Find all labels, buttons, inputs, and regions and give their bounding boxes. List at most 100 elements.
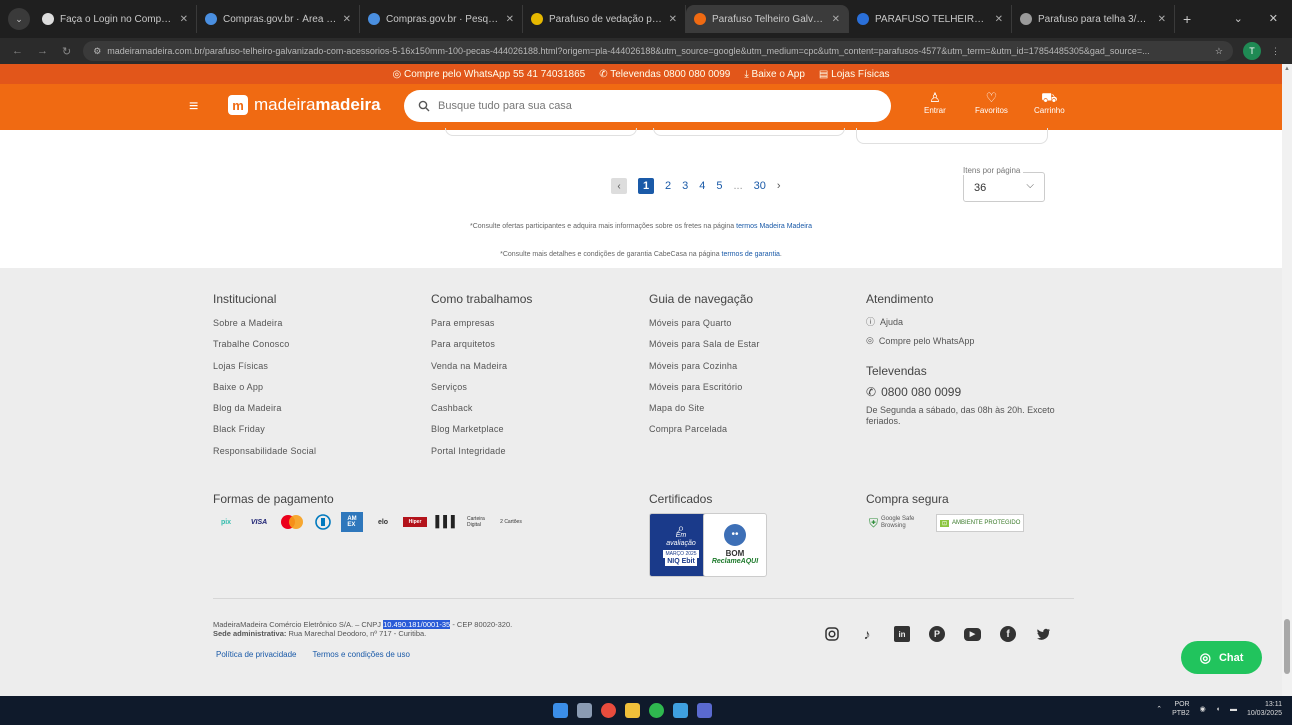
browser-tab[interactable]: PARAFUSO TELHEIRO SEXTAVA ✕ xyxy=(849,5,1012,33)
facebook-icon[interactable]: f xyxy=(1000,626,1016,642)
next-page-button[interactable]: › xyxy=(777,180,781,192)
footer-link[interactable]: Cashback xyxy=(431,403,532,424)
page-link[interactable]: 4 xyxy=(699,180,705,192)
chrome-icon[interactable] xyxy=(601,703,616,718)
footer-link[interactable]: Blog Marketplace xyxy=(431,424,532,445)
tab-close-icon[interactable]: ✕ xyxy=(506,14,514,25)
site-logo[interactable]: m madeiramadeira xyxy=(228,95,381,115)
footer-link[interactable]: Sobre a Madeira xyxy=(213,318,316,339)
promo-whatsapp-link[interactable]: ◎ Compre pelo WhatsApp 55 41 74031865 xyxy=(392,69,585,80)
language-indicator[interactable]: POR PTB2 xyxy=(1172,700,1190,718)
favorites-button[interactable]: ♡ Favoritos xyxy=(975,91,1008,115)
linkedin-icon[interactable]: in xyxy=(894,626,910,642)
google-safe-browsing-badge[interactable]: ⛨ Google Safe Browsing xyxy=(866,514,928,532)
back-icon[interactable]: ← xyxy=(12,45,23,58)
search-taskbar-icon[interactable] xyxy=(577,703,592,718)
whatsapp-link[interactable]: ◎ Compre pelo WhatsApp xyxy=(866,331,1066,350)
footer-link[interactable]: Lojas Físicas xyxy=(213,361,316,382)
browser-tab[interactable]: Parafuso de vedação para telh ✕ xyxy=(523,5,686,33)
cart-button[interactable]: ⛟ Carrinho xyxy=(1034,91,1065,115)
twitter-icon[interactable] xyxy=(1035,626,1051,642)
menu-hamburger-icon[interactable]: ≡ xyxy=(189,98,198,116)
help-link[interactable]: ⓘ Ajuda xyxy=(866,312,1066,331)
forward-icon[interactable]: → xyxy=(37,45,48,58)
tray-expand-icon[interactable]: ⌃ xyxy=(1156,705,1162,713)
clock[interactable]: 13:11 10/03/2025 xyxy=(1247,700,1282,718)
battery-icon[interactable]: ▬ xyxy=(1230,706,1237,713)
instagram-icon[interactable] xyxy=(824,626,840,642)
privacy-policy-link[interactable]: Política de privacidade xyxy=(216,650,297,659)
site-info-icon[interactable]: ⚙ xyxy=(93,46,101,57)
tab-close-icon[interactable]: ✕ xyxy=(669,14,677,25)
page-link[interactable]: 2 xyxy=(665,180,671,192)
window-close-icon[interactable]: ✕ xyxy=(1269,12,1278,25)
new-tab-button[interactable]: + xyxy=(1183,11,1191,27)
footer-link[interactable]: Móveis para Quarto xyxy=(649,318,760,339)
login-button[interactable]: ♙ Entrar xyxy=(924,91,946,115)
youtube-icon[interactable]: ▶ xyxy=(964,627,981,641)
tab-close-icon[interactable]: ✕ xyxy=(343,14,351,25)
address-bar[interactable]: ⚙ madeiramadeira.com.br/parafuso-telheir… xyxy=(83,41,1233,61)
tab-title: Parafuso de vedação para telh xyxy=(549,13,663,25)
footer-link[interactable]: Mapa do Site xyxy=(649,403,760,424)
warranty-terms-link[interactable]: termos de garantia xyxy=(722,251,780,258)
minimize-icon[interactable]: ⌄ xyxy=(1234,12,1243,25)
footer-link[interactable]: Trabalhe Conosco xyxy=(213,339,316,360)
edge-icon[interactable] xyxy=(673,703,688,718)
footer-link[interactable]: Venda na Madeira xyxy=(431,361,532,382)
start-icon[interactable] xyxy=(553,703,568,718)
page-link-last[interactable]: 30 xyxy=(754,180,766,192)
promo-stores-link[interactable]: ▤ Lojas Físicas xyxy=(819,69,890,80)
whatsapp-taskbar-icon[interactable] xyxy=(649,703,664,718)
page-link[interactable]: 3 xyxy=(682,180,688,192)
tab-search-icon[interactable]: ⌄ xyxy=(8,8,30,30)
footer-link[interactable]: Serviços xyxy=(431,382,532,403)
profile-avatar[interactable]: T xyxy=(1243,42,1261,60)
page-link[interactable]: 5 xyxy=(716,180,722,192)
items-per-page-select[interactable]: Itens por página 36 ⌵ xyxy=(960,166,1045,202)
tab-close-icon[interactable]: ✕ xyxy=(832,14,840,25)
browser-tab[interactable]: Compras.gov.br · Pesquisa de P ✕ xyxy=(360,5,523,33)
tab-close-icon[interactable]: ✕ xyxy=(995,14,1003,25)
scrollbar-thumb[interactable] xyxy=(1284,619,1290,674)
promo-televendas-link[interactable]: ✆ Televendas 0800 080 0099 xyxy=(599,69,730,80)
browser-tab-active[interactable]: Parafuso Telheiro Galvanizado c ✕ xyxy=(686,5,849,33)
footer-link[interactable]: Responsabilidade Social xyxy=(213,446,316,467)
footer-link[interactable]: Móveis para Escritório xyxy=(649,382,760,403)
browser-tab[interactable]: Parafuso para telha 3/16" x 110 ✕ xyxy=(1012,5,1175,33)
scroll-up-icon[interactable]: ▲ xyxy=(1282,66,1292,72)
tiktok-icon[interactable]: ♪ xyxy=(859,626,875,642)
bookmark-star-icon[interactable]: ☆ xyxy=(1215,46,1223,57)
volume-icon[interactable]: ◖ xyxy=(1216,706,1220,713)
footer-link[interactable]: Baixe o App xyxy=(213,382,316,403)
app-icon[interactable] xyxy=(697,703,712,718)
footer-link[interactable]: Compra Parcelada xyxy=(649,424,760,445)
reclameaqui-certificate[interactable]: •• BOM ReclameAQUI xyxy=(703,513,767,577)
browser-menu-icon[interactable]: ⋮ xyxy=(1271,46,1280,57)
offers-terms-link[interactable]: termos Madeira Madeira xyxy=(736,223,812,230)
promo-app-link[interactable]: ⤓ Baixe o App xyxy=(744,69,805,80)
footer-link[interactable]: Black Friday xyxy=(213,424,316,445)
browser-tab[interactable]: Compras.gov.br · Área de Trab ✕ xyxy=(197,5,360,33)
chat-button[interactable]: ◎ Chat xyxy=(1181,641,1262,674)
televendas-phone[interactable]: ✆ 0800 080 0099 xyxy=(866,385,1066,399)
page-scrollbar[interactable]: ▲ xyxy=(1282,64,1292,696)
wifi-icon[interactable]: ◉ xyxy=(1200,705,1206,713)
tab-close-icon[interactable]: ✕ xyxy=(1158,14,1166,25)
footer-link[interactable]: Móveis para Sala de Estar xyxy=(649,339,760,360)
search-input[interactable] xyxy=(438,100,891,112)
pinterest-icon[interactable]: P xyxy=(929,626,945,642)
footer-link[interactable]: Móveis para Cozinha xyxy=(649,361,760,382)
protected-environment-badge[interactable]: ⊡ AMBIENTE PROTEGIDO xyxy=(936,514,1025,532)
footer-link[interactable]: Portal Integridade xyxy=(431,446,532,467)
terms-link[interactable]: Termos e condições de uso xyxy=(313,650,410,659)
tab-close-icon[interactable]: ✕ xyxy=(180,14,188,25)
browser-tab[interactable]: Faça o Login no Compras.gov.br ✕ xyxy=(34,5,197,33)
file-explorer-icon[interactable] xyxy=(625,703,640,718)
reload-icon[interactable]: ↻ xyxy=(62,45,71,58)
page-link-current[interactable]: 1 xyxy=(638,178,654,194)
prev-page-button[interactable]: ‹ xyxy=(611,178,627,194)
footer-link[interactable]: Para arquitetos xyxy=(431,339,532,360)
footer-link[interactable]: Blog da Madeira xyxy=(213,403,316,424)
footer-link[interactable]: Para empresas xyxy=(431,318,532,339)
